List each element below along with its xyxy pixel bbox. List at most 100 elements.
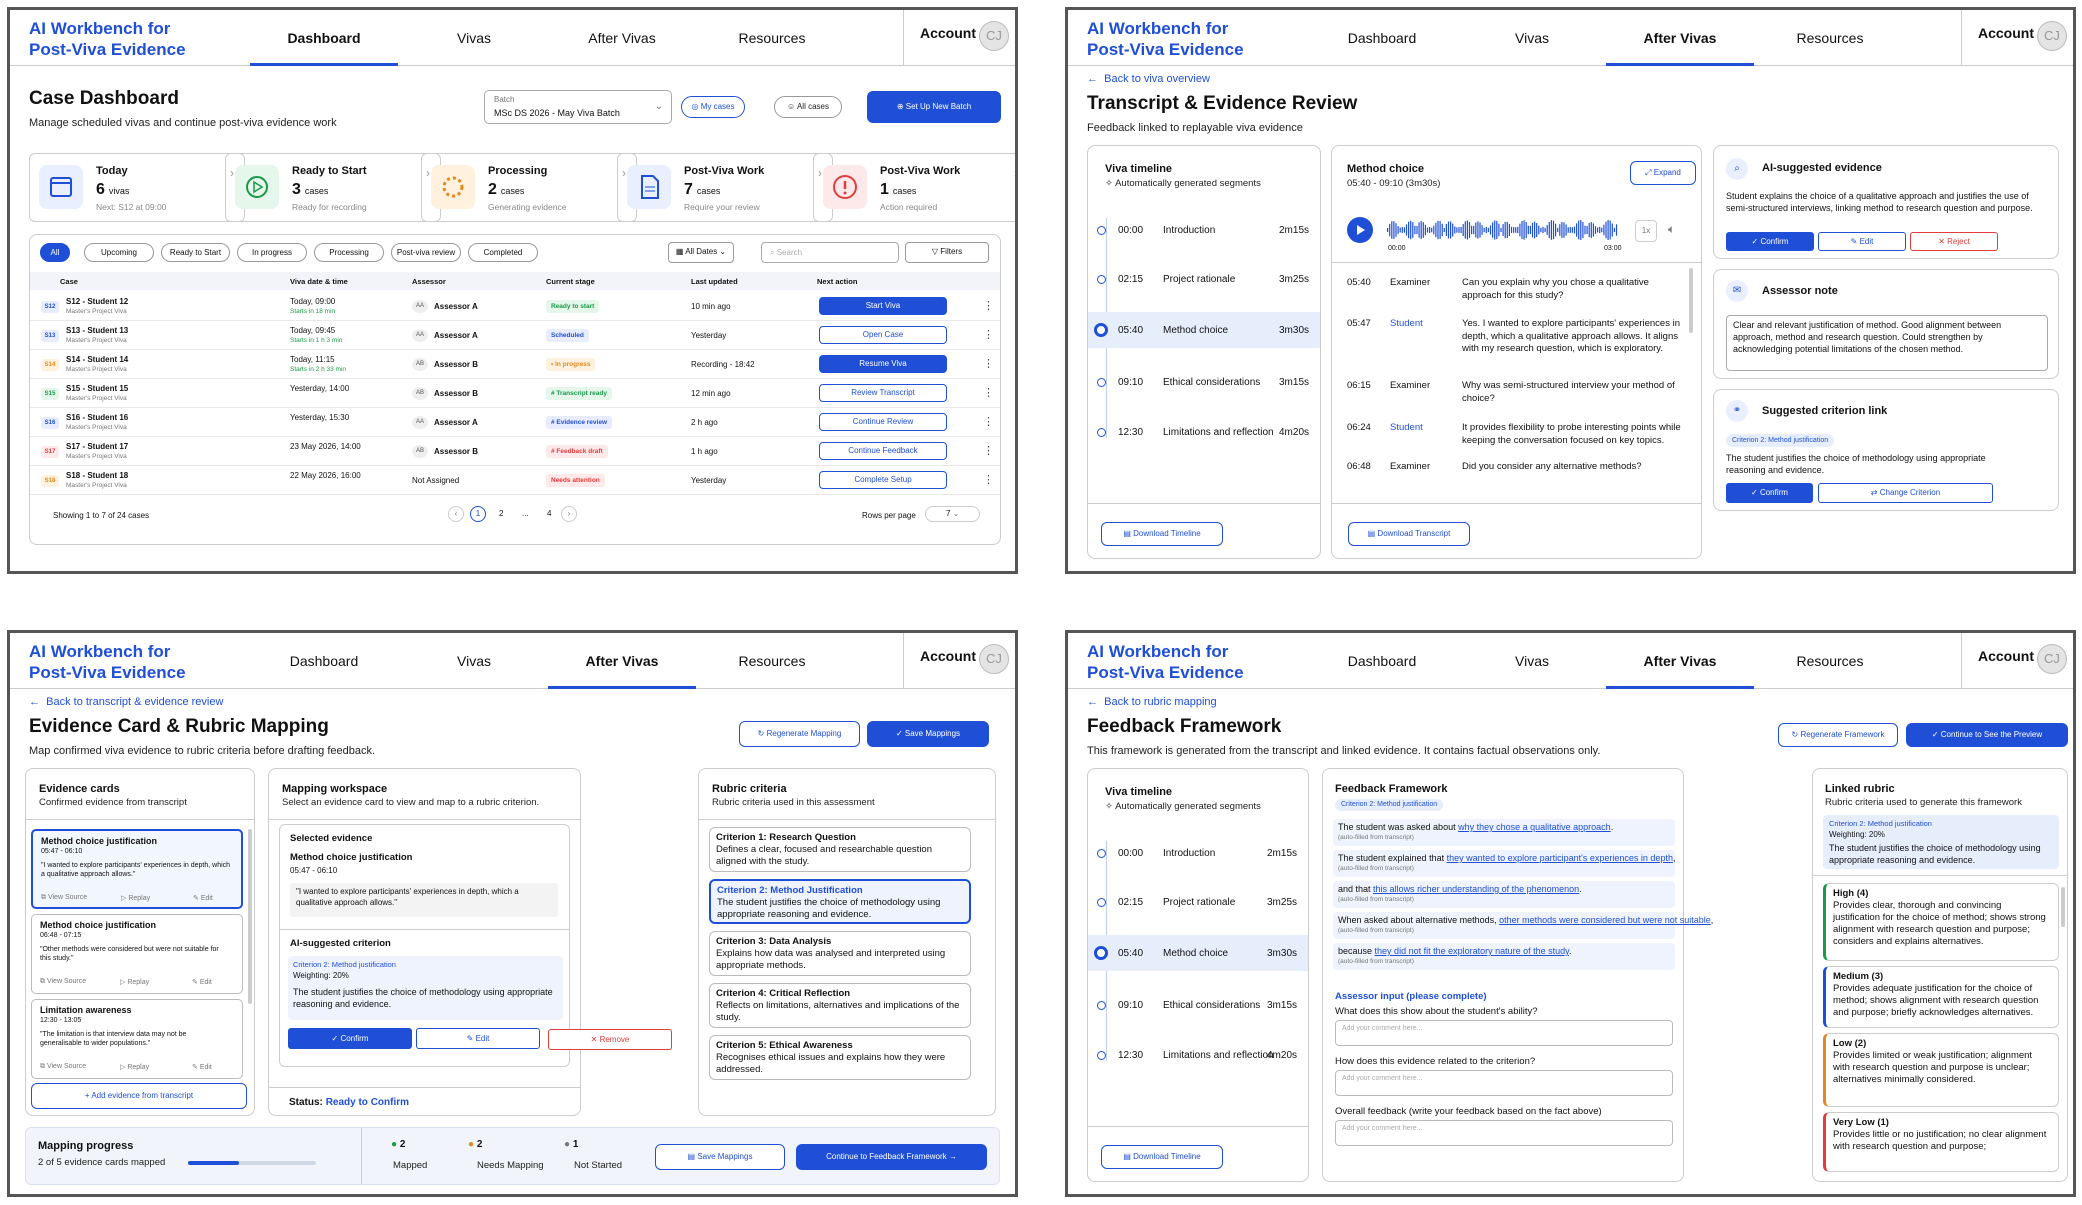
evidence-card[interactable]: Method choice justification 06:48 - 07:15… bbox=[31, 914, 243, 994]
assessor-note-textarea[interactable]: Clear and relevant justification of meth… bbox=[1726, 315, 2048, 371]
evidence-link[interactable]: other methods were considered but were n… bbox=[1499, 915, 1711, 925]
nav-after-vivas[interactable]: After Vivas bbox=[1606, 633, 1754, 689]
back-link[interactable]: ← Back to transcript & evidence review bbox=[29, 696, 223, 708]
rubric-criterion[interactable]: Criterion 1: Research Question Defines a … bbox=[709, 827, 971, 872]
download-timeline-button[interactable]: ▤ Download Timeline bbox=[1101, 1145, 1223, 1169]
more-options-icon[interactable]: ⋮ bbox=[983, 299, 994, 312]
nav-resources[interactable]: Resources bbox=[698, 10, 846, 66]
line-text[interactable]: Can you explain why you chose a qualitat… bbox=[1462, 277, 1682, 302]
rubric-criterion[interactable]: Criterion 5: Ethical Awareness Recognises… bbox=[709, 1035, 971, 1080]
stat-action-required[interactable]: Post-Viva Work 1 cases Action required › bbox=[813, 153, 1015, 222]
account-menu[interactable]: Account CJ bbox=[1961, 633, 2073, 689]
rubric-criterion[interactable]: Criterion 2: Method Justification The stu… bbox=[709, 879, 971, 924]
add-evidence-button[interactable]: + Add evidence from transcript bbox=[31, 1083, 247, 1109]
table-row[interactable]: S18 S18 - Student 18 Master's Project Viva… bbox=[30, 466, 1000, 495]
remove-mapping-button[interactable]: ✕ Remove bbox=[548, 1029, 672, 1050]
rubric-level[interactable]: Very Low (1) Provides little or no justif… bbox=[1823, 1112, 2059, 1172]
case-name[interactable]: S17 - Student 17 bbox=[66, 442, 128, 451]
regenerate-framework-button[interactable]: ↻ Regenerate Framework bbox=[1778, 723, 1898, 747]
next-action-button[interactable]: Start Viva bbox=[819, 297, 947, 315]
stat-processing[interactable]: Processing 2 cases Generating evidence › bbox=[421, 153, 637, 222]
timeline-segment[interactable]: 02:15 Project rationale 3m25s bbox=[1088, 261, 1320, 297]
my-cases-button[interactable]: ◎ My cases bbox=[681, 96, 745, 118]
evidence-link[interactable]: this allows richer understanding of the … bbox=[1373, 884, 1579, 894]
back-link[interactable]: ← Back to rubric mapping bbox=[1087, 696, 1217, 708]
framework-sentence[interactable]: The student explained that they wanted t… bbox=[1333, 850, 1675, 877]
next-page-button[interactable]: › bbox=[561, 506, 577, 522]
line-text[interactable]: It provides flexibility to probe interes… bbox=[1462, 422, 1682, 447]
account-menu[interactable]: Account CJ bbox=[903, 633, 1015, 689]
stat-post-viva-work[interactable]: Post-Viva Work 7 cases Require your revie… bbox=[617, 153, 833, 222]
case-name[interactable]: S15 - Student 15 bbox=[66, 384, 128, 393]
nav-vivas[interactable]: Vivas bbox=[400, 633, 548, 689]
view-source-button[interactable]: ⧉ View Source bbox=[41, 894, 87, 902]
next-action-button[interactable]: Review Transcript bbox=[819, 384, 947, 402]
comment-input[interactable]: Add your comment here... bbox=[1335, 1070, 1673, 1096]
filter-ready-to-start[interactable]: Ready to Start bbox=[161, 243, 230, 262]
page-1[interactable]: 1 bbox=[470, 506, 486, 522]
framework-sentence[interactable]: because they did not fit the exploratory… bbox=[1333, 943, 1675, 970]
line-text[interactable]: Did you consider any alternative methods… bbox=[1462, 461, 1682, 474]
continue-to-preview-button[interactable]: ✓ Continue to See the Preview bbox=[1906, 723, 2068, 747]
edit-evidence-button[interactable]: ✎ Edit bbox=[1818, 232, 1906, 251]
table-row[interactable]: S13 S13 - Student 13 Master's Project Viva… bbox=[30, 321, 1000, 350]
stat-ready-to-start[interactable]: Ready to Start 3 cases Ready for recordin… bbox=[225, 153, 441, 222]
edit-evidence-button[interactable]: ✎ Edit bbox=[192, 1063, 212, 1071]
cards-scrollbar[interactable] bbox=[248, 829, 252, 1004]
next-action-button[interactable]: Complete Setup bbox=[819, 471, 947, 489]
next-action-button[interactable]: Continue Feedback bbox=[819, 442, 947, 460]
expand-button[interactable]: ⤢ Expand bbox=[1630, 161, 1696, 185]
confirm-criterion-button[interactable]: ✓ Confirm bbox=[1726, 483, 1813, 503]
framework-sentence[interactable]: When asked about alternative methods, ot… bbox=[1333, 912, 1713, 939]
case-name[interactable]: S18 - Student 18 bbox=[66, 471, 128, 480]
nav-vivas[interactable]: Vivas bbox=[1458, 633, 1606, 689]
rubric-scrollbar[interactable] bbox=[2061, 887, 2065, 927]
case-name[interactable]: S16 - Student 16 bbox=[66, 413, 128, 422]
evidence-link[interactable]: they did not fit the exploratory nature … bbox=[1375, 946, 1569, 956]
table-row[interactable]: S14 S14 - Student 14 Master's Project Viva… bbox=[30, 350, 1000, 379]
more-options-icon[interactable]: ⋮ bbox=[983, 444, 994, 457]
continue-to-feedback-button[interactable]: Continue to Feedback Framework → bbox=[796, 1144, 987, 1170]
all-cases-button[interactable]: ☺ All cases bbox=[774, 96, 842, 118]
edit-mapping-button[interactable]: ✎ Edit bbox=[416, 1028, 540, 1049]
set-up-new-batch-button[interactable]: ⊕ Set Up New Batch bbox=[867, 91, 1001, 123]
timeline-segment[interactable]: 02:15 Project rationale 3m25s bbox=[1088, 884, 1308, 920]
replay-button[interactable]: ▷ Replay bbox=[121, 894, 150, 902]
timeline-segment[interactable]: 00:00 Introduction 2m15s bbox=[1088, 835, 1308, 871]
app-logo[interactable]: AI Workbench for Post-Viva Evidence bbox=[29, 641, 186, 683]
regenerate-mapping-button[interactable]: ↻ Regenerate Mapping bbox=[739, 721, 860, 747]
confirm-mapping-button[interactable]: ✓ Confirm bbox=[288, 1028, 412, 1049]
view-source-button[interactable]: ⧉ View Source bbox=[40, 1063, 86, 1071]
nav-after-vivas[interactable]: After Vivas bbox=[548, 10, 696, 66]
search-input[interactable]: ⌕ Search bbox=[761, 242, 899, 263]
nav-vivas[interactable]: Vivas bbox=[1458, 10, 1606, 66]
next-action-button[interactable]: Continue Review bbox=[819, 413, 947, 431]
more-options-icon[interactable]: ⋮ bbox=[983, 328, 994, 341]
download-timeline-button[interactable]: ▤ Download Timeline bbox=[1101, 522, 1223, 546]
nav-resources[interactable]: Resources bbox=[1756, 10, 1904, 66]
volume-icon[interactable]: 🔈︎ bbox=[1668, 222, 1675, 237]
table-row[interactable]: S17 S17 - Student 17 Master's Project Viva… bbox=[30, 437, 1000, 466]
nav-resources[interactable]: Resources bbox=[1756, 633, 1904, 689]
nav-vivas[interactable]: Vivas bbox=[400, 10, 548, 66]
filter-in-progress[interactable]: In progress bbox=[237, 243, 307, 262]
more-options-icon[interactable]: ⋮ bbox=[983, 473, 994, 486]
replay-button[interactable]: ▷ Replay bbox=[120, 978, 149, 986]
comment-input[interactable]: Add your comment here... bbox=[1335, 1020, 1673, 1046]
framework-sentence[interactable]: and that this allows richer understandin… bbox=[1333, 881, 1675, 908]
save-mappings-button[interactable]: ▤ Save Mappings bbox=[655, 1144, 785, 1170]
filter-post-viva-review[interactable]: Post-viva review bbox=[391, 243, 461, 262]
evidence-link[interactable]: why they chose a qualitative approach bbox=[1458, 822, 1611, 832]
filter-processing[interactable]: Processing bbox=[314, 243, 384, 262]
timeline-segment[interactable]: 12:30 Limitations and reflection 4m20s bbox=[1088, 1037, 1308, 1073]
app-logo[interactable]: AI Workbench for Post-Viva Evidence bbox=[29, 18, 186, 60]
account-menu[interactable]: Account CJ bbox=[903, 10, 1015, 66]
table-row[interactable]: S12 S12 - Student 12 Master's Project Viva… bbox=[30, 292, 1000, 321]
line-text[interactable]: Yes. I wanted to explore participants' e… bbox=[1462, 318, 1682, 356]
edit-evidence-button[interactable]: ✎ Edit bbox=[192, 978, 212, 986]
evidence-card[interactable]: Limitation awareness 12:30 - 13:05 "The li… bbox=[31, 999, 243, 1079]
app-logo[interactable]: AI Workbench for Post-Viva Evidence bbox=[1087, 641, 1244, 683]
more-options-icon[interactable]: ⋮ bbox=[983, 386, 994, 399]
nav-dashboard[interactable]: Dashboard bbox=[1308, 10, 1456, 66]
change-criterion-button[interactable]: ⇄ Change Criterion bbox=[1818, 483, 1993, 503]
